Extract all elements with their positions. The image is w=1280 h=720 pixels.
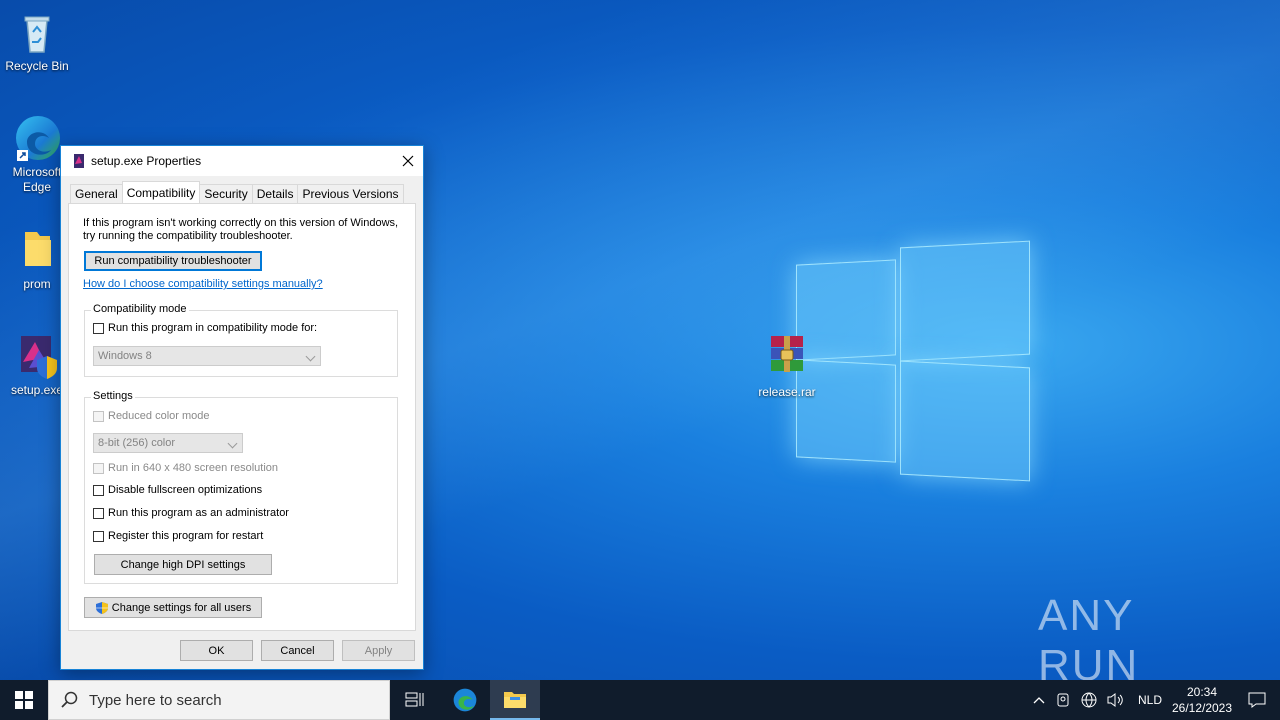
recycle-bin-icon — [13, 8, 61, 56]
dialog-titlebar[interactable]: setup.exe Properties — [61, 146, 423, 176]
compat-os-select[interactable]: Windows 8 — [93, 346, 321, 366]
compat-os-value: Windows 8 — [98, 350, 152, 362]
uac-shield-icon — [95, 601, 108, 614]
network-button[interactable] — [1081, 692, 1097, 708]
disable-fullscreen-checkbox[interactable]: Disable fullscreen optimizations — [93, 484, 262, 496]
settings-title: Settings — [91, 390, 135, 402]
network-globe-icon — [1081, 692, 1097, 708]
tab-general[interactable]: General — [70, 184, 123, 203]
checkbox-box — [93, 507, 104, 519]
task-view-button[interactable] — [390, 680, 440, 720]
settings-group: Settings Reduced color mode 8-bit (256) … — [84, 390, 398, 584]
apply-button[interactable]: Apply — [342, 640, 415, 661]
clock-time: 20:34 — [1186, 685, 1218, 699]
edge-icon — [13, 114, 61, 162]
color-depth-select[interactable]: 8-bit (256) color — [93, 433, 243, 453]
speaker-icon — [1107, 693, 1123, 707]
start-button[interactable] — [0, 680, 48, 720]
volume-button[interactable] — [1107, 692, 1125, 708]
desktop-icon-label: Microsoft Edge — [12, 165, 62, 194]
clock[interactable]: 20:34 26/12/2023 — [1170, 684, 1234, 716]
res-640-checkbox[interactable]: Run in 640 x 480 screen resolution — [93, 462, 278, 474]
anyrun-watermark: ANY RUN — [1038, 591, 1238, 690]
desktop-icon-recycle-bin[interactable]: Recycle Bin — [0, 8, 74, 74]
watermark-text: ANY RUN — [1038, 591, 1140, 690]
windows-start-icon — [15, 691, 33, 709]
file-explorer-icon — [504, 692, 526, 708]
compatibility-panel: If this program isn't working correctly … — [68, 203, 416, 631]
folder-icon — [13, 226, 61, 274]
setup-exe-icon — [74, 154, 84, 168]
register-restart-label: Register this program for restart — [108, 530, 264, 542]
tab-previous-versions[interactable]: Previous Versions — [297, 184, 404, 203]
tab-compatibility[interactable]: Compatibility — [121, 181, 201, 203]
taskbar: Type here to search NLD 20:34 26/12/2023 — [0, 680, 1280, 720]
taskbar-search-box[interactable]: Type here to search — [48, 680, 390, 720]
ok-button[interactable]: OK — [180, 640, 253, 661]
cancel-button[interactable]: Cancel — [261, 640, 334, 661]
search-placeholder: Type here to search — [89, 691, 222, 709]
show-hidden-icons-button[interactable] — [1033, 696, 1045, 704]
taskbar-edge-button[interactable] — [440, 680, 490, 720]
checkbox-box — [93, 484, 104, 496]
close-button[interactable] — [393, 146, 423, 176]
close-icon — [402, 155, 414, 167]
system-tray: NLD 20:34 26/12/2023 — [1028, 680, 1280, 720]
run-as-admin-checkbox[interactable]: Run this program as an administrator — [93, 507, 289, 519]
people-button[interactable] — [1055, 692, 1071, 708]
intro-line-1: If this program isn't working correctly … — [83, 217, 399, 229]
reduced-color-label: Reduced color mode — [108, 410, 210, 422]
tab-security[interactable]: Security — [199, 184, 253, 203]
checkbox-box — [93, 322, 104, 334]
change-all-users-label: Change settings for all users — [111, 601, 252, 614]
checkbox-box — [93, 410, 104, 422]
chevron-down-icon — [305, 351, 316, 362]
tab-details[interactable]: Details — [251, 184, 299, 203]
res-640-label: Run in 640 x 480 screen resolution — [108, 462, 278, 474]
help-link[interactable]: How do I choose compatibility settings m… — [83, 278, 323, 290]
compat-mode-checkbox[interactable]: Run this program in compatibility mode f… — [93, 322, 317, 334]
meet-now-icon — [1057, 693, 1069, 707]
intro-text: If this program isn't working correctly … — [83, 217, 403, 243]
winrar-archive-icon — [763, 334, 811, 382]
chevron-up-icon — [1033, 697, 1045, 704]
setup-exe-icon — [13, 332, 61, 380]
intro-line-2: try running the compatibility troublesho… — [83, 230, 293, 242]
clock-date: 26/12/2023 — [1171, 701, 1233, 715]
desktop-icon-release-rar[interactable]: release.rar — [750, 334, 824, 400]
desktop-icon-label: release.rar — [758, 385, 816, 399]
chevron-down-icon — [227, 438, 238, 449]
properties-dialog: setup.exe Properties General Compatibili… — [60, 145, 424, 670]
reduced-color-checkbox[interactable]: Reduced color mode — [93, 410, 210, 422]
disable-fullscreen-label: Disable fullscreen optimizations — [108, 484, 263, 496]
edge-icon — [453, 688, 477, 712]
change-high-dpi-button[interactable]: Change high DPI settings — [94, 554, 272, 575]
tab-strip: General Compatibility Security Details P… — [70, 181, 404, 203]
checkbox-box — [93, 462, 104, 474]
taskbar-file-explorer-button[interactable] — [490, 680, 540, 720]
run-troubleshooter-button[interactable]: Run compatibility troubleshooter — [84, 251, 262, 271]
register-restart-checkbox[interactable]: Register this program for restart — [93, 530, 263, 542]
input-language[interactable]: NLD — [1138, 693, 1162, 707]
desktop-icon-label: Recycle Bin — [5, 59, 69, 73]
wallpaper-windows-logo — [796, 240, 1030, 482]
color-depth-value: 8-bit (256) color — [98, 437, 176, 449]
search-icon — [61, 691, 78, 708]
checkbox-box — [93, 530, 104, 542]
task-view-icon — [405, 692, 424, 707]
compatibility-mode-group: Compatibility mode Run this program in c… — [84, 303, 398, 377]
notification-icon — [1248, 692, 1266, 708]
action-center-button[interactable] — [1248, 692, 1266, 708]
compatibility-mode-title: Compatibility mode — [91, 303, 189, 315]
dialog-title: setup.exe Properties — [91, 154, 202, 168]
run-as-admin-label: Run this program as an administrator — [108, 507, 289, 519]
change-all-users-button[interactable]: Change settings for all users — [84, 597, 262, 618]
compat-mode-label: Run this program in compatibility mode f… — [108, 322, 318, 334]
